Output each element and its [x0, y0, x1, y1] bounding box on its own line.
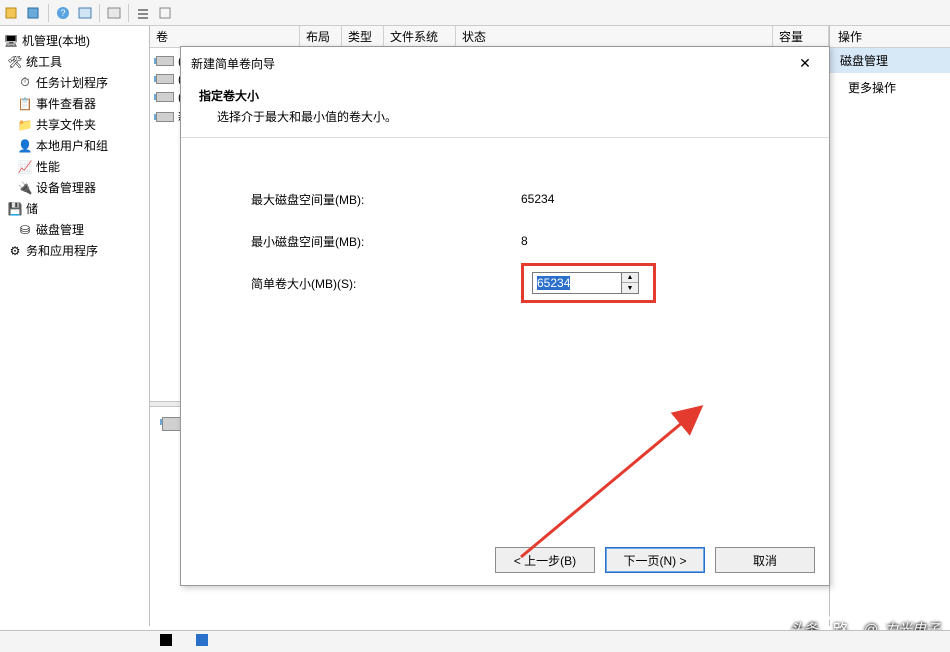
list-icon[interactable] [135, 5, 151, 21]
volume-icon [156, 92, 174, 102]
folder-icon: 🛠 [8, 55, 22, 69]
legend-unalloc [160, 634, 176, 649]
dialog-title: 新建简单卷向导 [191, 55, 275, 72]
col-status[interactable]: 状态 [456, 26, 773, 47]
share-icon: 📁 [18, 118, 32, 132]
actions-heading: 操作 [830, 26, 950, 48]
help-icon[interactable]: ? [55, 5, 71, 21]
actions-panel: 操作 磁盘管理 更多操作 [830, 26, 950, 626]
col-cap[interactable]: 容量 [773, 26, 829, 47]
col-volume[interactable]: 卷 [150, 26, 300, 47]
col-fs[interactable]: 文件系统 [384, 26, 456, 47]
tree-label: 磁盘管理 [36, 221, 84, 238]
row-max: 最大磁盘空间量(MB): 65234 [251, 178, 829, 220]
wizard-dialog: 新建简单卷向导 ✕ 指定卷大小 选择介于最大和最小值的卷大小。 最大磁盘空间量(… [180, 46, 830, 586]
nav-forward-icon[interactable] [26, 5, 42, 21]
tree-label: 机管理(本地) [22, 32, 90, 49]
clock-icon: ⏱ [18, 76, 32, 90]
nav-back-icon[interactable] [4, 5, 20, 21]
spin-buttons: ▲ ▼ [621, 273, 638, 293]
label-size: 简单卷大小(MB)(S): [251, 275, 521, 292]
dialog-body: 最大磁盘空间量(MB): 65234 最小磁盘空间量(MB): 8 简单卷大小(… [181, 138, 829, 304]
tree-task[interactable]: ⏱ 任务计划程序 [0, 72, 149, 93]
volume-columns: 卷 布局 类型 文件系统 状态 容量 [150, 26, 829, 48]
refresh-icon[interactable] [106, 5, 122, 21]
tree-label: 任务计划程序 [36, 74, 108, 91]
tree-services[interactable]: ⚙ 务和应用程序 [0, 240, 149, 261]
nav-tree: 🖥 机管理(本地) 🛠 统工具 ⏱ 任务计划程序 📋 事件查看器 📁 共享文件夹 👤 本地用… [0, 26, 150, 626]
dialog-footer: < 上一步(B) 下一页(N) > 取消 [495, 547, 815, 573]
tree-storage[interactable]: 💾储 [0, 198, 149, 219]
row-min: 最小磁盘空间量(MB): 8 [251, 220, 829, 262]
spin-up[interactable]: ▲ [622, 273, 638, 283]
value-min: 8 [521, 234, 528, 248]
cancel-button[interactable]: 取消 [715, 547, 815, 573]
users-icon: 👤 [18, 139, 32, 153]
spin-down[interactable]: ▼ [622, 283, 638, 293]
volume-icon [156, 56, 174, 66]
tree-label: 事件查看器 [36, 95, 96, 112]
value-max: 65234 [521, 192, 554, 206]
dialog-titlebar: 新建简单卷向导 ✕ [181, 47, 829, 79]
tree-label: 性能 [36, 158, 60, 175]
toolbar-sep [48, 4, 49, 22]
tree-diskmgmt[interactable]: ⛁ 磁盘管理 [0, 219, 149, 240]
highlight-box: ▲ ▼ [521, 263, 656, 303]
tree-label: 设备管理器 [36, 179, 96, 196]
dialog-header: 指定卷大小 选择介于最大和最小值的卷大小。 [181, 79, 829, 138]
annotation-arrow-icon [511, 397, 731, 567]
size-input[interactable] [533, 273, 621, 293]
tree-perf[interactable]: 📈 性能 [0, 156, 149, 177]
disk-icon: ⛁ [18, 223, 32, 237]
row-size: 简单卷大小(MB)(S): ▲ ▼ [251, 262, 829, 304]
toolbar-sep [128, 4, 129, 22]
tree-systools[interactable]: 🛠 统工具 [0, 51, 149, 72]
tree-label: 储 [26, 200, 38, 217]
status-bar [0, 630, 950, 652]
close-button[interactable]: ✕ [791, 52, 819, 74]
tree-label: 共享文件夹 [36, 116, 96, 133]
storage-icon: 💾 [8, 202, 22, 216]
tree-devmgr[interactable]: 🔌 设备管理器 [0, 177, 149, 198]
tree-share[interactable]: 📁 共享文件夹 [0, 114, 149, 135]
services-icon: ⚙ [8, 244, 22, 258]
toolbar-sep [99, 4, 100, 22]
next-button[interactable]: 下一页(N) > [605, 547, 705, 573]
event-icon: 📋 [18, 97, 32, 111]
dialog-subheading: 选择介于最大和最小值的卷大小。 [199, 104, 811, 125]
tree-users[interactable]: 👤 本地用户和组 [0, 135, 149, 156]
tree-label: 务和应用程序 [26, 242, 98, 259]
tree-label: 本地用户和组 [36, 137, 108, 154]
back-button[interactable]: < 上一步(B) [495, 547, 595, 573]
tree-label: 统工具 [26, 53, 62, 70]
legend-primary [196, 634, 212, 649]
dialog-heading: 指定卷大小 [199, 87, 811, 104]
volume-icon [156, 74, 174, 84]
tree-root[interactable]: 🖥 机管理(本地) [0, 30, 149, 51]
label-max: 最大磁盘空间量(MB): [251, 191, 521, 208]
actions-context[interactable]: 磁盘管理 [830, 48, 950, 73]
view-icon[interactable] [77, 5, 93, 21]
toolbar: ? [0, 0, 950, 26]
col-layout[interactable]: 布局 [300, 26, 342, 47]
svg-text:?: ? [60, 8, 65, 18]
perf-icon: 📈 [18, 160, 32, 174]
label-min: 最小磁盘空间量(MB): [251, 233, 521, 250]
computer-icon: 🖥 [4, 34, 18, 48]
actions-more[interactable]: 更多操作 [830, 73, 950, 102]
device-icon: 🔌 [18, 181, 32, 195]
volume-icon [156, 112, 174, 122]
size-spinner: ▲ ▼ [532, 272, 639, 294]
tree-event[interactable]: 📋 事件查看器 [0, 93, 149, 114]
form-icon[interactable] [157, 5, 173, 21]
col-type[interactable]: 类型 [342, 26, 384, 47]
